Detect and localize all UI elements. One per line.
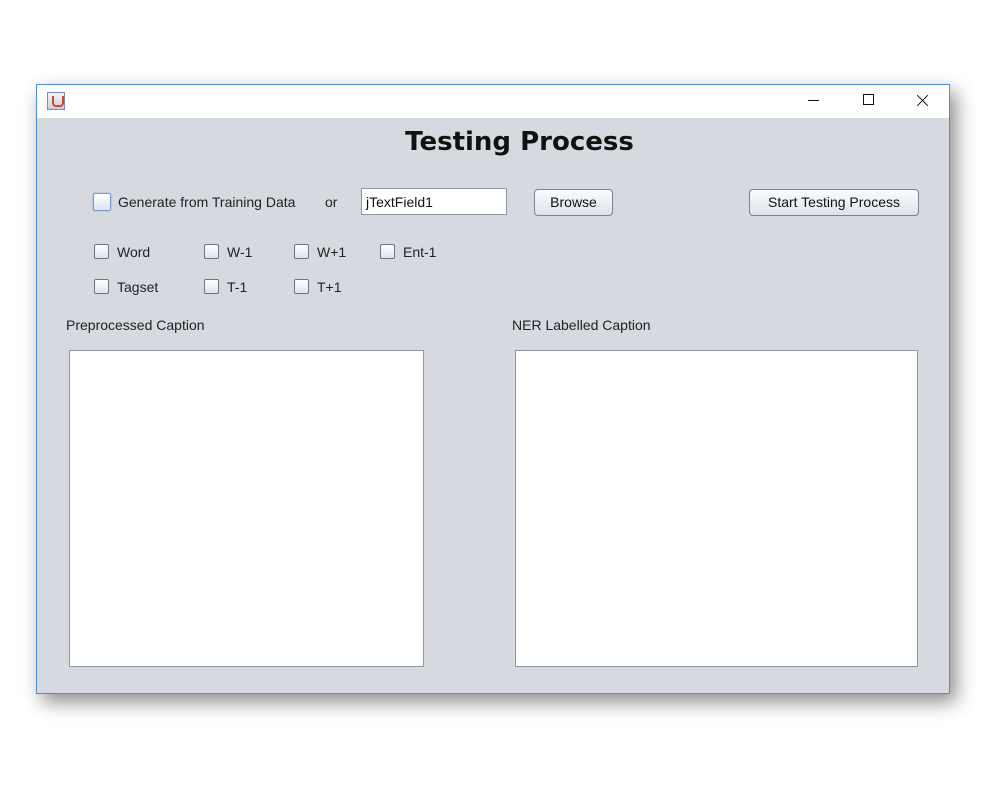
t-plus-1-checkbox[interactable]: [294, 279, 309, 294]
tagset-checkbox[interactable]: [94, 279, 109, 294]
ent-minus-1-checkbox[interactable]: [380, 244, 395, 259]
word-checkbox[interactable]: [94, 244, 109, 259]
title-bar: [37, 85, 949, 118]
t-minus-1-label: T-1: [227, 279, 248, 295]
ner-labelled-caption-textarea[interactable]: [515, 350, 918, 667]
start-testing-button[interactable]: Start Testing Process: [749, 189, 919, 216]
ner-labelled-caption-label: NER Labelled Caption: [512, 317, 651, 333]
preprocessed-caption-label: Preprocessed Caption: [66, 317, 205, 333]
t-minus-1-checkbox[interactable]: [204, 279, 219, 294]
app-window: Testing Process Generate from Training D…: [36, 84, 950, 694]
w-plus-1-label: W+1: [317, 244, 347, 260]
java-app-icon: [47, 92, 65, 110]
t-plus-1-label: T+1: [317, 279, 342, 295]
preprocessed-caption-textarea[interactable]: [69, 350, 424, 667]
file-path-field[interactable]: jTextField1: [361, 188, 507, 215]
w-plus-1-checkbox[interactable]: [294, 244, 309, 259]
generate-from-training-label: Generate from Training Data: [118, 194, 296, 210]
minimize-icon[interactable]: [791, 85, 837, 118]
w-minus-1-checkbox[interactable]: [204, 244, 219, 259]
w-minus-1-label: W-1: [227, 244, 253, 260]
or-label: or: [325, 194, 338, 210]
maximize-icon[interactable]: [845, 85, 891, 118]
generate-from-training-checkbox[interactable]: [92, 192, 112, 212]
tagset-label: Tagset: [117, 279, 159, 295]
browse-button[interactable]: Browse: [534, 189, 613, 216]
ent-minus-1-label: Ent-1: [403, 244, 437, 260]
close-icon[interactable]: [899, 85, 945, 118]
page-title: Testing Process: [405, 127, 634, 157]
word-label: Word: [117, 244, 151, 260]
